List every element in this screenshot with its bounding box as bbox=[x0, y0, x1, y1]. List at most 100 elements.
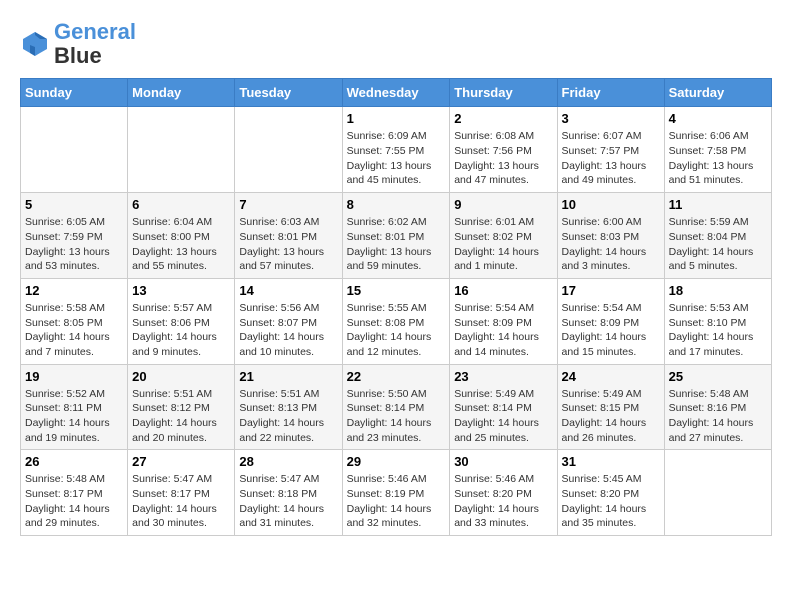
day-number: 15 bbox=[347, 283, 446, 298]
weekday-sunday: Sunday bbox=[21, 79, 128, 107]
day-number: 12 bbox=[25, 283, 123, 298]
calendar-cell: 6 Sunrise: 6:04 AM Sunset: 8:00 PM Daylig… bbox=[128, 193, 235, 279]
weekday-tuesday: Tuesday bbox=[235, 79, 342, 107]
day-info: Sunrise: 6:00 AM Sunset: 8:03 PM Dayligh… bbox=[562, 215, 660, 274]
day-number: 31 bbox=[562, 454, 660, 469]
calendar-cell: 1 Sunrise: 6:09 AM Sunset: 7:55 PM Daylig… bbox=[342, 107, 450, 193]
calendar-cell: 27 Sunrise: 5:47 AM Sunset: 8:17 PM Dayli… bbox=[128, 450, 235, 536]
day-info: Sunrise: 5:48 AM Sunset: 8:16 PM Dayligh… bbox=[669, 387, 767, 446]
day-info: Sunrise: 5:49 AM Sunset: 8:14 PM Dayligh… bbox=[454, 387, 552, 446]
calendar-cell: 19Sunrise: 5:52 AM Sunset: 8:11 PM Dayli… bbox=[21, 364, 128, 450]
calendar-cell: 23 Sunrise: 5:49 AM Sunset: 8:14 PM Dayli… bbox=[450, 364, 557, 450]
page-header: GeneralBlue bbox=[20, 20, 772, 68]
calendar-week-1: 1 Sunrise: 6:09 AM Sunset: 7:55 PM Daylig… bbox=[21, 107, 772, 193]
calendar-cell: 11 Sunrise: 5:59 AM Sunset: 8:04 PM Dayli… bbox=[664, 193, 771, 279]
weekday-friday: Friday bbox=[557, 79, 664, 107]
calendar-cell bbox=[235, 107, 342, 193]
day-info: Sunrise: 6:06 AM Sunset: 7:58 PM Dayligh… bbox=[669, 129, 767, 188]
calendar-cell: 31 Sunrise: 5:45 AM Sunset: 8:20 PM Dayli… bbox=[557, 450, 664, 536]
logo-icon bbox=[20, 29, 50, 59]
calendar-week-4: 19Sunrise: 5:52 AM Sunset: 8:11 PM Dayli… bbox=[21, 364, 772, 450]
day-info: Sunrise: 5:59 AM Sunset: 8:04 PM Dayligh… bbox=[669, 215, 767, 274]
calendar-cell: 28Sunrise: 5:47 AM Sunset: 8:18 PM Dayli… bbox=[235, 450, 342, 536]
day-info: Sunrise: 6:08 AM Sunset: 7:56 PM Dayligh… bbox=[454, 129, 552, 188]
day-number: 26 bbox=[25, 454, 123, 469]
day-info: Sunrise: 5:50 AM Sunset: 8:14 PM Dayligh… bbox=[347, 387, 446, 446]
day-number: 4 bbox=[669, 111, 767, 126]
day-info: Sunrise: 5:54 AM Sunset: 8:09 PM Dayligh… bbox=[454, 301, 552, 360]
day-number: 2 bbox=[454, 111, 552, 126]
day-number: 14 bbox=[239, 283, 337, 298]
day-number: 17 bbox=[562, 283, 660, 298]
day-number: 19 bbox=[25, 369, 123, 384]
calendar-cell: 18 Sunrise: 5:53 AM Sunset: 8:10 PM Dayli… bbox=[664, 278, 771, 364]
calendar-cell: 3 Sunrise: 6:07 AM Sunset: 7:57 PM Daylig… bbox=[557, 107, 664, 193]
day-number: 5 bbox=[25, 197, 123, 212]
calendar-cell: 5 Sunrise: 6:05 AM Sunset: 7:59 PM Daylig… bbox=[21, 193, 128, 279]
calendar-cell: 20Sunrise: 5:51 AM Sunset: 8:12 PM Dayli… bbox=[128, 364, 235, 450]
day-number: 29 bbox=[347, 454, 446, 469]
day-number: 30 bbox=[454, 454, 552, 469]
day-number: 16 bbox=[454, 283, 552, 298]
day-number: 23 bbox=[454, 369, 552, 384]
day-number: 22 bbox=[347, 369, 446, 384]
calendar-cell: 14 Sunrise: 5:56 AM Sunset: 8:07 PM Dayli… bbox=[235, 278, 342, 364]
day-number: 18 bbox=[669, 283, 767, 298]
day-info: Sunrise: 6:02 AM Sunset: 8:01 PM Dayligh… bbox=[347, 215, 446, 274]
day-number: 8 bbox=[347, 197, 446, 212]
weekday-header-row: SundayMondayTuesdayWednesdayThursdayFrid… bbox=[21, 79, 772, 107]
weekday-thursday: Thursday bbox=[450, 79, 557, 107]
day-info: Sunrise: 6:07 AM Sunset: 7:57 PM Dayligh… bbox=[562, 129, 660, 188]
day-info: Sunrise: 5:57 AM Sunset: 8:06 PM Dayligh… bbox=[132, 301, 230, 360]
calendar-cell: 24 Sunrise: 5:49 AM Sunset: 8:15 PM Dayli… bbox=[557, 364, 664, 450]
weekday-saturday: Saturday bbox=[664, 79, 771, 107]
day-number: 7 bbox=[239, 197, 337, 212]
day-info: Sunrise: 6:04 AM Sunset: 8:00 PM Dayligh… bbox=[132, 215, 230, 274]
calendar-cell: 21 Sunrise: 5:51 AM Sunset: 8:13 PM Dayli… bbox=[235, 364, 342, 450]
calendar-cell bbox=[21, 107, 128, 193]
day-info: Sunrise: 6:09 AM Sunset: 7:55 PM Dayligh… bbox=[347, 129, 446, 188]
calendar-cell: 7 Sunrise: 6:03 AM Sunset: 8:01 PM Daylig… bbox=[235, 193, 342, 279]
calendar-cell: 2 Sunrise: 6:08 AM Sunset: 7:56 PM Daylig… bbox=[450, 107, 557, 193]
calendar-week-3: 12Sunrise: 5:58 AM Sunset: 8:05 PM Dayli… bbox=[21, 278, 772, 364]
calendar-cell: 30Sunrise: 5:46 AM Sunset: 8:20 PM Dayli… bbox=[450, 450, 557, 536]
day-info: Sunrise: 6:05 AM Sunset: 7:59 PM Dayligh… bbox=[25, 215, 123, 274]
day-info: Sunrise: 5:46 AM Sunset: 8:19 PM Dayligh… bbox=[347, 472, 446, 531]
calendar-cell: 16 Sunrise: 5:54 AM Sunset: 8:09 PM Dayli… bbox=[450, 278, 557, 364]
calendar-cell: 8 Sunrise: 6:02 AM Sunset: 8:01 PM Daylig… bbox=[342, 193, 450, 279]
weekday-monday: Monday bbox=[128, 79, 235, 107]
day-info: Sunrise: 5:49 AM Sunset: 8:15 PM Dayligh… bbox=[562, 387, 660, 446]
day-info: Sunrise: 6:03 AM Sunset: 8:01 PM Dayligh… bbox=[239, 215, 337, 274]
day-number: 20 bbox=[132, 369, 230, 384]
day-info: Sunrise: 5:53 AM Sunset: 8:10 PM Dayligh… bbox=[669, 301, 767, 360]
day-number: 11 bbox=[669, 197, 767, 212]
day-info: Sunrise: 5:45 AM Sunset: 8:20 PM Dayligh… bbox=[562, 472, 660, 531]
day-info: Sunrise: 5:55 AM Sunset: 8:08 PM Dayligh… bbox=[347, 301, 446, 360]
calendar-week-5: 26 Sunrise: 5:48 AM Sunset: 8:17 PM Dayli… bbox=[21, 450, 772, 536]
day-info: Sunrise: 5:51 AM Sunset: 8:13 PM Dayligh… bbox=[239, 387, 337, 446]
day-info: Sunrise: 5:48 AM Sunset: 8:17 PM Dayligh… bbox=[25, 472, 123, 531]
logo: GeneralBlue bbox=[20, 20, 136, 68]
day-number: 24 bbox=[562, 369, 660, 384]
day-info: Sunrise: 5:47 AM Sunset: 8:17 PM Dayligh… bbox=[132, 472, 230, 531]
day-info: Sunrise: 5:56 AM Sunset: 8:07 PM Dayligh… bbox=[239, 301, 337, 360]
day-number: 13 bbox=[132, 283, 230, 298]
calendar-week-2: 5 Sunrise: 6:05 AM Sunset: 7:59 PM Daylig… bbox=[21, 193, 772, 279]
calendar-cell: 25 Sunrise: 5:48 AM Sunset: 8:16 PM Dayli… bbox=[664, 364, 771, 450]
day-info: Sunrise: 6:01 AM Sunset: 8:02 PM Dayligh… bbox=[454, 215, 552, 274]
calendar-cell: 12Sunrise: 5:58 AM Sunset: 8:05 PM Dayli… bbox=[21, 278, 128, 364]
calendar-body: 1 Sunrise: 6:09 AM Sunset: 7:55 PM Daylig… bbox=[21, 107, 772, 536]
day-number: 3 bbox=[562, 111, 660, 126]
day-info: Sunrise: 5:54 AM Sunset: 8:09 PM Dayligh… bbox=[562, 301, 660, 360]
calendar-cell: 13 Sunrise: 5:57 AM Sunset: 8:06 PM Dayli… bbox=[128, 278, 235, 364]
day-number: 1 bbox=[347, 111, 446, 126]
day-number: 27 bbox=[132, 454, 230, 469]
day-number: 25 bbox=[669, 369, 767, 384]
day-number: 6 bbox=[132, 197, 230, 212]
logo-text: GeneralBlue bbox=[54, 20, 136, 68]
calendar-cell: 10Sunrise: 6:00 AM Sunset: 8:03 PM Dayli… bbox=[557, 193, 664, 279]
calendar-header: SundayMondayTuesdayWednesdayThursdayFrid… bbox=[21, 79, 772, 107]
day-number: 21 bbox=[239, 369, 337, 384]
calendar-cell bbox=[664, 450, 771, 536]
calendar-cell: 17 Sunrise: 5:54 AM Sunset: 8:09 PM Dayli… bbox=[557, 278, 664, 364]
